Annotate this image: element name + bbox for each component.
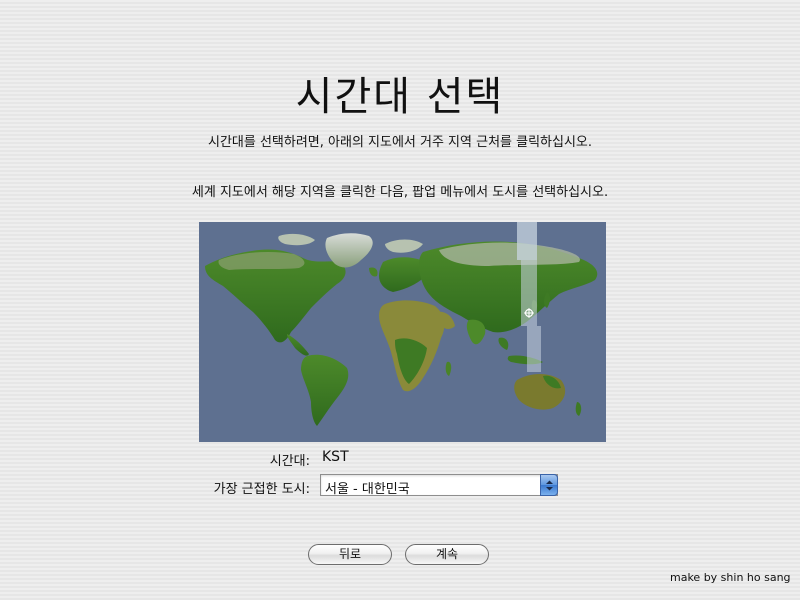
double-chevron-icon[interactable] (540, 474, 558, 496)
back-button[interactable]: 뒤로 (308, 544, 392, 565)
closest-city-label: 가장 근접한 도시: (213, 482, 310, 497)
timezone-label: 시간대: (269, 454, 310, 469)
instruction-text: 시간대를 선택하려면, 아래의 지도에서 거주 지역 근처를 클릭하십시오. (207, 135, 593, 150)
credit-text: make by shin ho sang (670, 571, 791, 584)
closest-city-value: 서울 - 대한민국 (325, 482, 410, 497)
page-title: 시간대 선택 (295, 74, 505, 120)
continue-button[interactable]: 계속 (405, 544, 489, 565)
world-map-graphic (199, 222, 606, 442)
closest-city-select[interactable]: 서울 - 대한민국 (320, 474, 558, 497)
timezone-highlight-band (517, 222, 537, 260)
timezone-value: KST (322, 449, 349, 465)
instruction-text-secondary: 세계 지도에서 해당 지역을 클릭한 다음, 팝업 메뉴에서 도시를 선택하십시… (191, 185, 609, 200)
world-map[interactable] (199, 222, 606, 442)
